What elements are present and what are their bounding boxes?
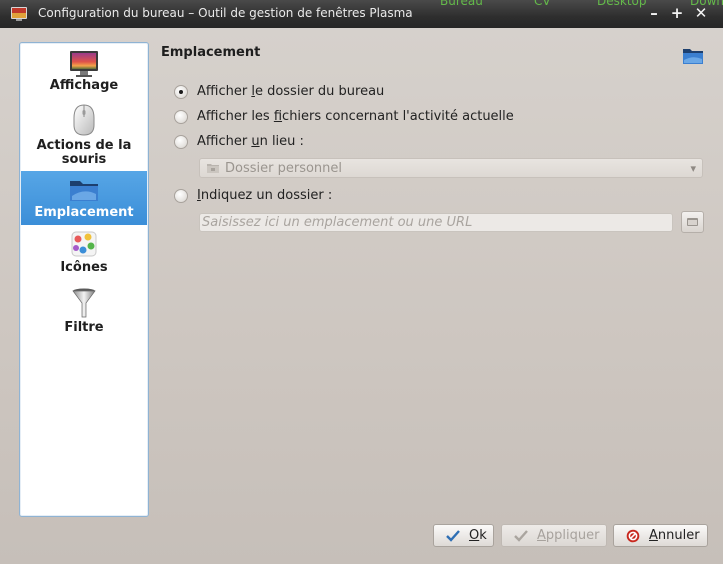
folder-icon: [70, 181, 98, 201]
monitor-icon: [70, 51, 98, 77]
sidebar-item-affichage[interactable]: Affichage: [21, 49, 147, 97]
radio-button[interactable]: [174, 134, 188, 149]
taskbar-item[interactable]: CV: [534, 0, 551, 8]
funnel-icon: [72, 288, 96, 318]
radio-custom-folder[interactable]: Indiquez un dossier :: [174, 188, 332, 203]
sidebar-item-label: Emplacement: [34, 205, 134, 220]
ok-button[interactable]: Ok: [433, 524, 494, 547]
cancel-button[interactable]: Annuler: [613, 524, 708, 547]
maximize-icon[interactable]: +: [668, 4, 686, 22]
place-select-value: Dossier personnel: [225, 160, 343, 176]
url-input[interactable]: Saisissez ici un emplacement ou une URL: [199, 213, 673, 232]
sidebar-item-icones[interactable]: Icônes: [21, 229, 147, 283]
window-title: Configuration du bureau – Outil de gesti…: [38, 6, 413, 20]
check-icon: [446, 529, 460, 542]
open-folder-icon: [687, 218, 698, 226]
title-bar[interactable]: Configuration du bureau – Outil de gesti…: [0, 0, 723, 28]
page-title: Emplacement: [161, 45, 261, 60]
apply-button[interactable]: Appliquer: [501, 524, 607, 547]
ok-button-label: Ok: [469, 528, 487, 543]
taskbar-item[interactable]: Desktop: [597, 0, 647, 8]
radio-place[interactable]: Afficher un lieu :: [174, 134, 304, 149]
sidebar-item-filtre[interactable]: Filtre: [21, 287, 147, 341]
mouse-icon: [73, 104, 95, 136]
check-icon: [514, 529, 528, 542]
radio-label: Afficher le dossier du bureau: [197, 84, 385, 99]
radio-button[interactable]: [174, 84, 188, 99]
sidebar-item-label: Actions de la souris: [36, 138, 132, 167]
radio-label: Afficher un lieu :: [197, 134, 304, 149]
dialog-body: Affichage Actions de la souris Emplaceme…: [0, 28, 723, 564]
sidebar-item-label: Affichage: [49, 78, 119, 93]
radio-button[interactable]: [174, 188, 188, 203]
icons-palette-icon: [71, 231, 97, 257]
radio-activity-files[interactable]: Afficher les fichiers concernant l'activ…: [174, 109, 514, 124]
cancel-button-label: Annuler: [649, 528, 700, 543]
radio-label: Indiquez un dossier :: [197, 188, 333, 203]
apply-button-label: Appliquer: [537, 528, 600, 543]
close-icon[interactable]: ✕: [692, 4, 710, 22]
chevron-down-icon[interactable]: ▾: [690, 162, 696, 175]
sidebar: Affichage Actions de la souris Emplaceme…: [19, 42, 149, 517]
radio-label: Afficher les fichiers concernant l'activ…: [197, 109, 514, 124]
browse-button[interactable]: [681, 211, 704, 233]
radio-button[interactable]: [174, 109, 188, 124]
folder-home-icon: [207, 164, 219, 173]
minimize-icon[interactable]: –: [645, 4, 663, 22]
cancel-icon: [626, 529, 640, 542]
radio-desktop-folder[interactable]: Afficher le dossier du bureau: [174, 84, 384, 99]
taskbar-item[interactable]: Bureau: [440, 0, 483, 8]
sidebar-item-label: Filtre: [64, 320, 104, 335]
app-icon[interactable]: [10, 5, 28, 23]
folder-icon: [683, 49, 703, 64]
place-select[interactable]: Dossier personnel ▾: [199, 158, 703, 178]
sidebar-item-emplacement[interactable]: Emplacement: [21, 171, 147, 225]
sidebar-item-label: Icônes: [60, 260, 108, 275]
sidebar-item-actions-souris[interactable]: Actions de la souris: [21, 103, 147, 173]
